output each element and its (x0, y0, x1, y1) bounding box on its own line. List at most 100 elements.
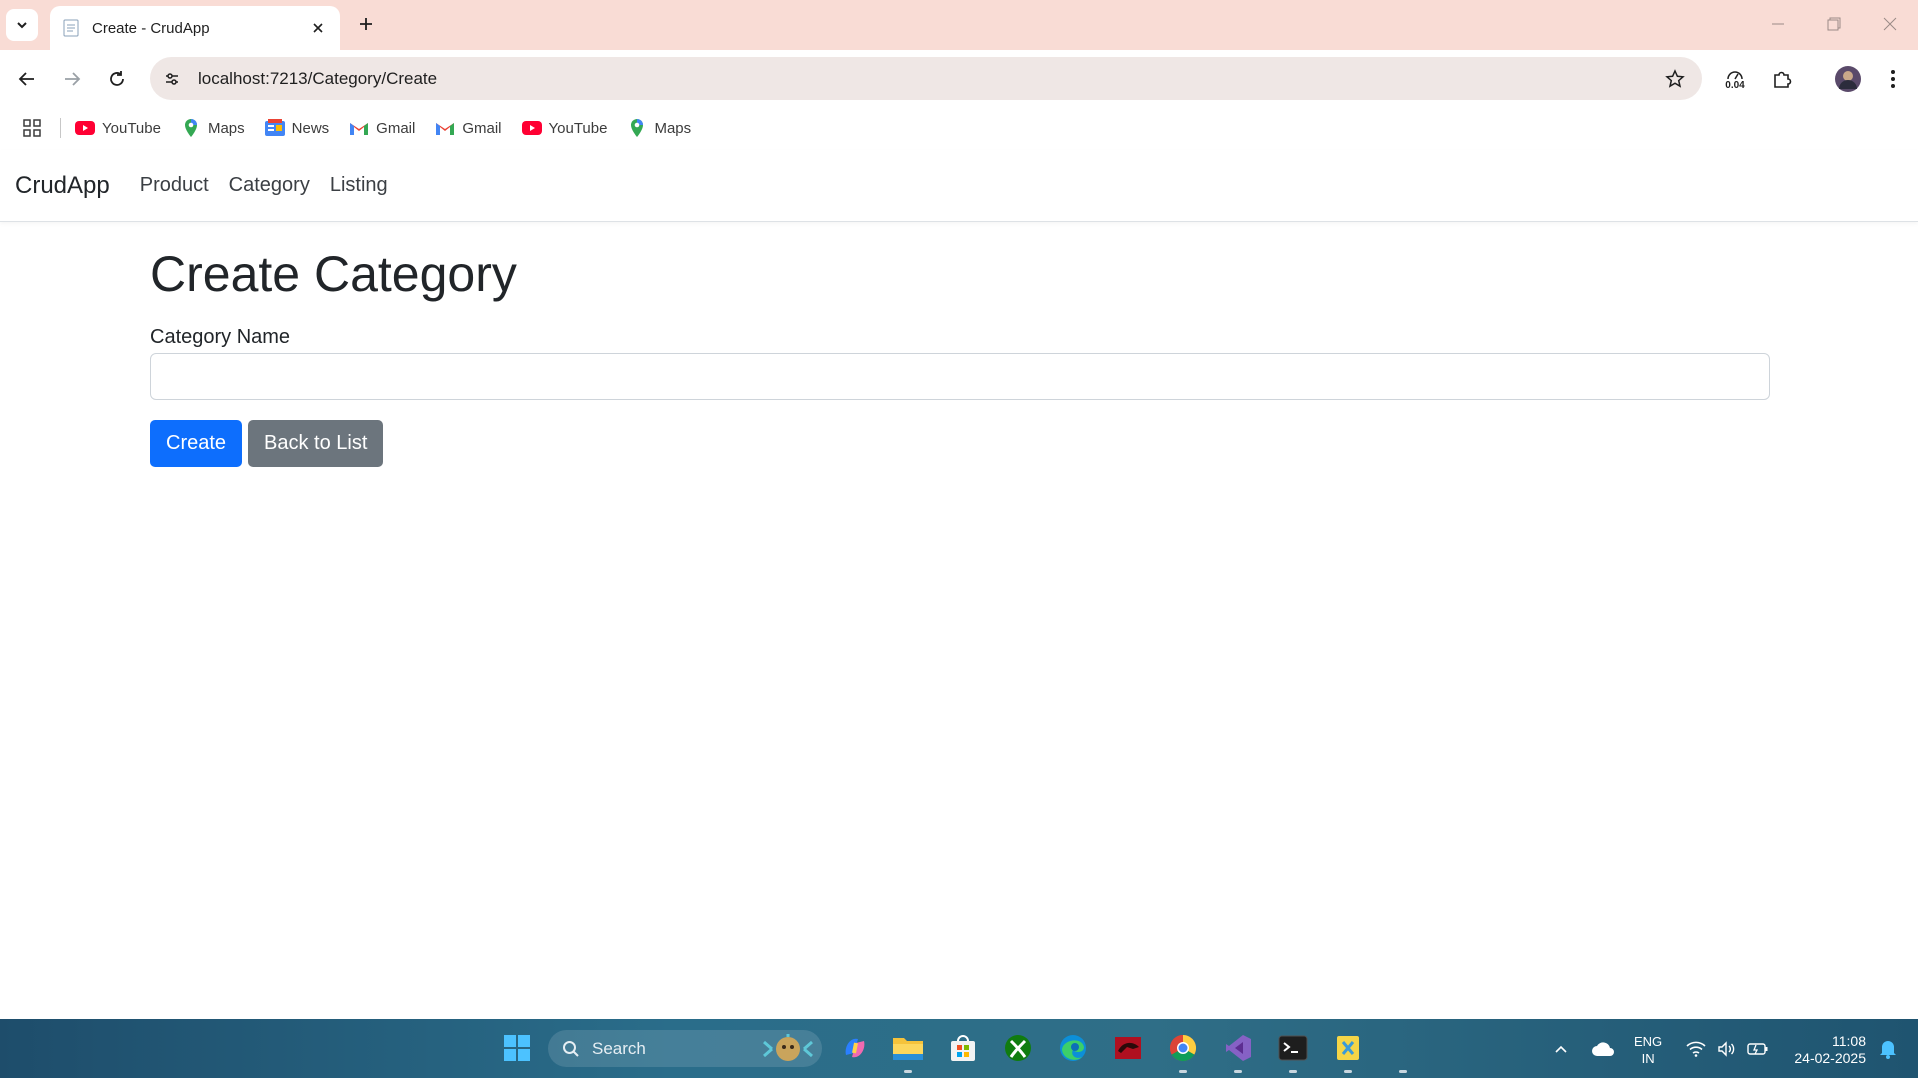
onedrive-icon[interactable] (1588, 1019, 1618, 1078)
clock-time: 11:08 (1832, 1033, 1866, 1049)
form-actions: Create Back to List (150, 420, 1770, 467)
taskbar-search-label: Search (592, 1038, 646, 1058)
create-button[interactable]: Create (150, 420, 243, 467)
running-indicator (1289, 1070, 1297, 1073)
bookmark-label: Maps (654, 119, 692, 137)
close-window-button[interactable] (1870, 8, 1910, 40)
microsoft-store-icon[interactable] (944, 1029, 982, 1067)
page-icon (62, 19, 80, 37)
bookmark-gmail[interactable]: Gmail (349, 118, 415, 138)
youtube-icon (521, 118, 542, 138)
reload-button[interactable] (102, 64, 132, 94)
running-indicator (904, 1070, 912, 1073)
reload-icon (110, 71, 124, 86)
battery-icon[interactable] (1746, 1019, 1770, 1078)
taskbar: Search ENG IN 11:08 24-02-2025 (0, 1019, 1918, 1078)
speedometer-icon (1727, 70, 1743, 79)
nav-link-product[interactable]: Product (140, 174, 209, 197)
windows-icon (504, 1035, 530, 1061)
app-yellow-icon[interactable] (1329, 1029, 1367, 1073)
language-code: ENG (1634, 1034, 1663, 1049)
tab-title: Create - CrudApp (92, 19, 210, 37)
category-name-label: Category Name (150, 326, 291, 348)
new-tab-button[interactable] (352, 10, 380, 38)
forward-button[interactable] (57, 64, 87, 94)
gmail-icon (349, 118, 369, 138)
bookmark-star-icon[interactable] (1660, 64, 1690, 94)
xbox-icon[interactable] (999, 1029, 1037, 1067)
apps-grid-icon[interactable] (20, 116, 44, 140)
address-bar[interactable]: localhost:7213/Category/Create (150, 57, 1702, 100)
bookmark-maps[interactable]: Maps (181, 118, 245, 138)
file-explorer-icon[interactable] (889, 1029, 927, 1073)
bookmark-news[interactable]: News (264, 118, 330, 138)
url-text[interactable]: localhost:7213/Category/Create (198, 69, 1660, 89)
bookmark-youtube[interactable]: YouTube (75, 118, 161, 138)
news-icon (264, 118, 285, 138)
bookmark-label: Maps (207, 119, 245, 137)
app-red-icon[interactable] (1109, 1029, 1147, 1067)
bookmark-gmail[interactable]: Gmail (435, 118, 502, 138)
taskbar-search[interactable]: Search (548, 1030, 822, 1067)
bookmark-label: News (291, 119, 330, 137)
chevron-down-icon (17, 22, 27, 29)
close-tab-icon[interactable] (308, 18, 328, 38)
back-to-list-button[interactable]: Back to List (248, 420, 384, 467)
bookmark-label: YouTube (548, 119, 608, 137)
tab-search-button[interactable] (6, 9, 38, 41)
terminal-icon[interactable] (1274, 1029, 1312, 1073)
clock-date: 24-02-2025 (1794, 1050, 1866, 1066)
show-hidden-icons-button[interactable] (1548, 1019, 1574, 1078)
plus-icon (360, 18, 372, 30)
bookmark-youtube[interactable]: YouTube (521, 118, 608, 138)
page-title: Create Category (150, 246, 517, 302)
tab-strip: Create - CrudApp (0, 0, 1918, 50)
nav-link-listing[interactable]: Listing (330, 174, 388, 197)
category-name-input[interactable] (150, 353, 1770, 400)
running-indicator (1234, 1070, 1242, 1073)
minimize-button[interactable] (1758, 8, 1798, 40)
bookmarks-divider (60, 118, 61, 138)
browser-toolbar: localhost:7213/Category/Create 0.04 (0, 50, 1918, 106)
notifications-bell-icon[interactable] (1874, 1019, 1902, 1078)
avatar-icon (1835, 66, 1861, 92)
search-icon (563, 1040, 579, 1057)
extensions-button[interactable] (1765, 62, 1799, 96)
performance-value: 0.04 (1725, 79, 1745, 91)
profile-button[interactable] (1830, 62, 1866, 96)
edge-icon[interactable] (1054, 1029, 1092, 1067)
maps-icon (181, 118, 201, 138)
gmail-icon (435, 118, 455, 138)
copilot-icon[interactable] (836, 1029, 874, 1067)
visual-studio-icon[interactable] (1219, 1029, 1257, 1073)
search-highlight-icon (763, 1033, 813, 1061)
volume-icon[interactable] (1715, 1019, 1739, 1078)
restore-button[interactable] (1814, 8, 1854, 40)
language-indicator[interactable]: ENG IN (1634, 1033, 1662, 1067)
main-content: Create Category Category Name Create Bac… (150, 222, 1770, 467)
brand-link[interactable]: CrudApp (15, 172, 110, 200)
chrome-icon[interactable] (1164, 1029, 1202, 1073)
clock[interactable]: 11:08 24-02-2025 (1786, 1033, 1866, 1067)
start-button[interactable] (498, 1029, 536, 1067)
nav-link-category[interactable]: Category (229, 174, 310, 197)
back-button[interactable] (12, 64, 42, 94)
browser-tab[interactable]: Create - CrudApp (50, 6, 340, 50)
youtube-icon (75, 118, 95, 138)
bookmark-label: Gmail (376, 119, 416, 137)
wifi-icon[interactable] (1684, 1019, 1708, 1078)
more-vertical-icon (1891, 70, 1895, 88)
taskbar-empty-slot[interactable] (1384, 1029, 1422, 1073)
menu-button[interactable] (1878, 62, 1908, 96)
performance-button[interactable]: 0.04 (1718, 62, 1752, 96)
chevron-up-icon (1555, 1045, 1567, 1053)
arrow-right-icon (65, 72, 81, 86)
bookmarks-bar: YouTube Maps News Gmail Gmail YouTube Ma… (0, 106, 1918, 150)
site-info-icon[interactable] (158, 65, 186, 93)
bookmark-label: Gmail (462, 119, 502, 137)
maps-icon (627, 118, 647, 138)
bookmark-maps[interactable]: Maps (627, 118, 691, 138)
running-indicator (1344, 1070, 1352, 1073)
bookmark-label: YouTube (102, 119, 161, 137)
region-code: IN (1641, 1051, 1655, 1066)
